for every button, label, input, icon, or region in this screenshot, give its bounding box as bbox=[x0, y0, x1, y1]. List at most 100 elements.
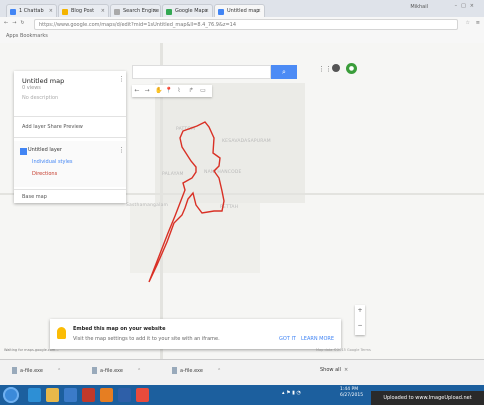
map-credit[interactable]: Map data ©2015 Google Terms bbox=[316, 348, 371, 352]
divider bbox=[14, 137, 126, 138]
browser-tab-bar: 1 Chattab × Blog Post × Search Engine × … bbox=[0, 0, 484, 17]
status-text: Waiting for maps.google.com... bbox=[4, 348, 59, 352]
watermark: Uploaded to www.ImageUpload.net bbox=[371, 391, 484, 405]
notifications-icon[interactable] bbox=[332, 64, 340, 72]
tab-favicon-icon bbox=[114, 9, 120, 15]
download-item[interactable]: a-file.exe ⌃ bbox=[12, 367, 61, 379]
lightbulb-icon bbox=[57, 327, 66, 339]
map-editor-panel: Untitled map 0 views No description ⋮ Ad… bbox=[14, 71, 126, 203]
browser-tab[interactable]: Google Maps × bbox=[162, 4, 213, 17]
search-input[interactable] bbox=[132, 65, 271, 79]
star-icon[interactable]: ☆ bbox=[466, 20, 470, 26]
undo-icon[interactable]: ← bbox=[132, 85, 142, 97]
avatar[interactable]: ● bbox=[346, 63, 357, 74]
zoom-control: + − bbox=[355, 305, 365, 335]
clock-date: 6/27/2015 bbox=[340, 393, 364, 398]
panel-actions[interactable]: Add layer Share Preview bbox=[22, 124, 83, 130]
bookmarks-bar[interactable]: Apps Bookmarks bbox=[0, 33, 484, 43]
map-views: 0 views bbox=[22, 85, 41, 91]
browser-tab[interactable]: Blog Post × bbox=[58, 4, 109, 17]
map-description[interactable]: No description bbox=[22, 95, 58, 101]
download-bar: a-file.exe ⌃ a-file.exe ⌃ a-file.exe ⌃ Show… bbox=[0, 359, 484, 386]
reload-icon[interactable]: ↻ bbox=[20, 20, 28, 26]
notification-body: Visit the map settings to add it to your… bbox=[73, 336, 220, 342]
ie-icon[interactable] bbox=[28, 388, 41, 402]
window-controls[interactable]: –□× bbox=[455, 3, 478, 9]
search-icon: ⌕ bbox=[282, 68, 286, 76]
app-icon[interactable] bbox=[118, 388, 131, 402]
address-bar[interactable]: https://www.google.com/maps/d/edit?mid=1… bbox=[34, 19, 458, 30]
close-icon[interactable]: × bbox=[344, 367, 348, 373]
base-map-toggle[interactable]: Base map bbox=[22, 194, 47, 200]
marker-icon[interactable]: 📍 bbox=[164, 85, 174, 97]
layer-style-link[interactable]: Individual styles bbox=[32, 159, 73, 165]
more-options-icon[interactable]: ⋮ bbox=[118, 75, 125, 83]
divider bbox=[14, 189, 126, 190]
tab-favicon-icon bbox=[166, 9, 172, 15]
tab-label: 1 Chattab bbox=[19, 8, 44, 14]
download-name: a-file.exe bbox=[20, 368, 43, 374]
tab-close-icon[interactable]: × bbox=[153, 8, 157, 14]
chrome-icon[interactable] bbox=[136, 388, 149, 402]
tab-close-icon[interactable]: × bbox=[101, 8, 105, 14]
divider bbox=[14, 116, 126, 117]
layer-checkbox[interactable] bbox=[20, 148, 27, 155]
map-canvas[interactable]: PATTOM KESAVADASAPURAM PALAYAM NANTHANCO… bbox=[0, 43, 484, 359]
embed-notification: Embed this map on your website Visit the… bbox=[50, 319, 341, 349]
app-icon[interactable] bbox=[64, 388, 77, 402]
tab-close-icon[interactable]: × bbox=[257, 8, 261, 14]
browser-toolbar: ←→↻ https://www.google.com/maps/d/edit?m… bbox=[0, 17, 484, 34]
tab-favicon-icon bbox=[62, 9, 68, 15]
search-button[interactable]: ⌕ bbox=[271, 65, 297, 79]
download-name: a-file.exe bbox=[100, 368, 123, 374]
layer-name[interactable]: Untitled layer bbox=[28, 147, 62, 153]
tab-favicon-icon bbox=[218, 9, 224, 15]
zoom-out-button[interactable]: − bbox=[355, 322, 365, 329]
taskbar-clock[interactable]: 1:44 PM 6/27/2015 bbox=[340, 387, 363, 399]
folder-icon[interactable] bbox=[46, 388, 59, 402]
menu-icon[interactable]: ≡ bbox=[476, 20, 480, 26]
zoom-in-button[interactable]: + bbox=[355, 307, 365, 314]
hand-icon[interactable]: ✋ bbox=[154, 85, 164, 97]
layer-item-directions[interactable]: Directions bbox=[32, 171, 57, 177]
app-icon[interactable] bbox=[82, 388, 95, 402]
download-item[interactable]: a-file.exe ⌃ bbox=[172, 367, 221, 379]
nav-buttons[interactable]: ←→↻ bbox=[4, 20, 29, 26]
file-icon bbox=[12, 367, 17, 374]
line-icon[interactable]: ⌇ bbox=[174, 85, 184, 97]
tab-favicon-icon bbox=[10, 9, 16, 15]
chevron-down-icon[interactable]: ⌃ bbox=[57, 368, 61, 374]
file-icon bbox=[172, 367, 177, 374]
tab-label: Blog Post bbox=[71, 8, 95, 14]
got-it-button[interactable]: GOT IT bbox=[279, 336, 296, 342]
system-tray[interactable]: ▴ ⚑ ▮ ◔ bbox=[282, 390, 301, 396]
clock-time: 1:44 PM bbox=[340, 387, 359, 392]
file-icon bbox=[92, 367, 97, 374]
tab-close-icon[interactable]: × bbox=[49, 8, 53, 14]
browser-tab[interactable]: Search Engine × bbox=[110, 4, 161, 17]
layer-options-icon[interactable]: ⋮ bbox=[118, 146, 125, 154]
notification-title: Embed this map on your website bbox=[73, 326, 166, 332]
ruler-icon[interactable]: ▭ bbox=[198, 85, 208, 97]
chevron-down-icon[interactable]: ⌃ bbox=[217, 368, 221, 374]
tab-label: Untitled map bbox=[227, 8, 260, 14]
show-all-downloads[interactable]: Show all bbox=[320, 367, 341, 373]
map-title[interactable]: Untitled map bbox=[22, 77, 64, 85]
redo-icon[interactable]: → bbox=[142, 85, 152, 97]
chevron-down-icon[interactable]: ⌃ bbox=[137, 368, 141, 374]
apps-grid-icon[interactable]: ⋮⋮ bbox=[318, 65, 332, 73]
profile-name[interactable]: Mikhail bbox=[410, 4, 428, 10]
directions-icon[interactable]: ↱ bbox=[186, 85, 196, 97]
map-toolbar: ← → ✋ 📍 ⌇ ↱ ▭ bbox=[132, 85, 212, 97]
tab-close-icon[interactable]: × bbox=[205, 8, 209, 14]
back-icon[interactable]: ← bbox=[4, 20, 12, 26]
browser-tab[interactable]: 1 Chattab × bbox=[6, 4, 57, 17]
download-item[interactable]: a-file.exe ⌃ bbox=[92, 367, 141, 379]
browser-tab-active[interactable]: Untitled map × bbox=[214, 4, 265, 17]
download-name: a-file.exe bbox=[180, 368, 203, 374]
route-path bbox=[148, 121, 225, 283]
start-button[interactable] bbox=[3, 387, 19, 403]
tab-label: Google Maps bbox=[175, 8, 208, 14]
app-icon[interactable] bbox=[100, 388, 113, 402]
learn-more-link[interactable]: LEARN MORE bbox=[301, 336, 334, 342]
